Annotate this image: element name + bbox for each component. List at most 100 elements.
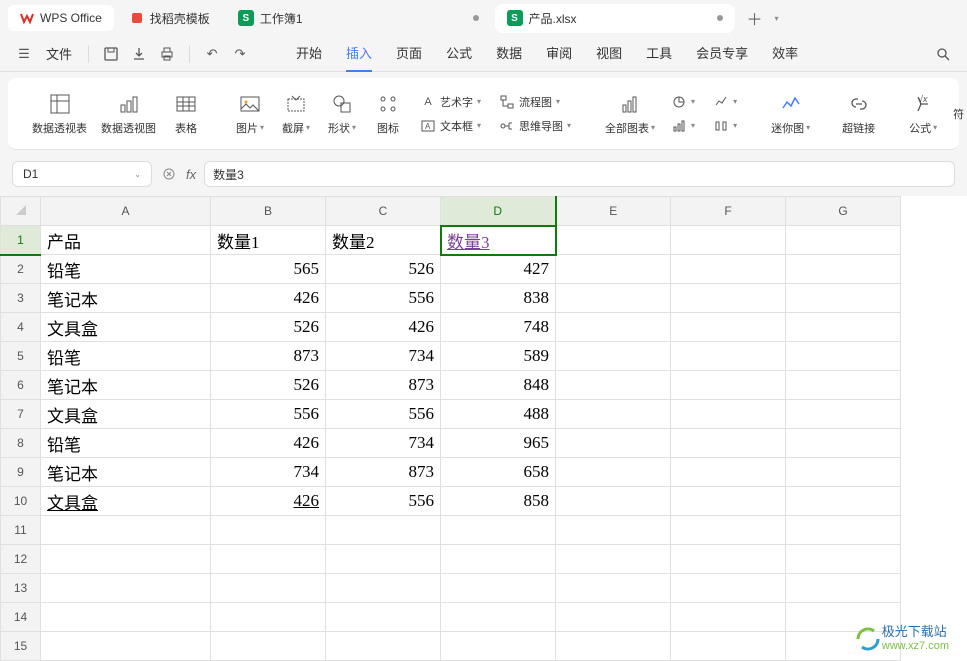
cell[interactable] bbox=[556, 487, 671, 516]
menu-tab-1[interactable]: 插入 bbox=[346, 35, 372, 72]
row-header[interactable]: 5 bbox=[1, 342, 41, 371]
cell[interactable]: 565 bbox=[211, 255, 326, 284]
cell[interactable] bbox=[556, 226, 671, 255]
cell[interactable] bbox=[671, 255, 786, 284]
cell[interactable]: 426 bbox=[211, 487, 326, 516]
cell[interactable] bbox=[786, 574, 901, 603]
cell[interactable]: 848 bbox=[441, 371, 556, 400]
column-header-D[interactable]: D bbox=[441, 197, 556, 226]
row-header[interactable]: 11 bbox=[1, 516, 41, 545]
cell[interactable] bbox=[556, 458, 671, 487]
cell[interactable] bbox=[786, 255, 901, 284]
redo-icon[interactable]: ↷ bbox=[228, 42, 252, 66]
row-header[interactable]: 14 bbox=[1, 603, 41, 632]
cell[interactable] bbox=[441, 516, 556, 545]
picture-button[interactable]: 图片▾ bbox=[228, 88, 272, 140]
flowchart-button[interactable]: 流程图▾ bbox=[495, 91, 575, 113]
cell[interactable] bbox=[41, 603, 211, 632]
cell[interactable]: 526 bbox=[326, 255, 441, 284]
cell[interactable]: 文具盒 bbox=[41, 313, 211, 342]
cell[interactable] bbox=[556, 284, 671, 313]
cell[interactable] bbox=[441, 632, 556, 661]
row-header[interactable]: 9 bbox=[1, 458, 41, 487]
cell[interactable] bbox=[41, 545, 211, 574]
symbol-button[interactable]: 符 bbox=[947, 102, 967, 126]
cell[interactable]: 数量3 bbox=[441, 226, 556, 255]
cell[interactable] bbox=[326, 545, 441, 574]
row-header[interactable]: 10 bbox=[1, 487, 41, 516]
row-header[interactable]: 15 bbox=[1, 632, 41, 661]
cell[interactable]: 526 bbox=[211, 371, 326, 400]
mindmap-button[interactable]: 思维导图▾ bbox=[495, 115, 575, 137]
cell[interactable] bbox=[786, 487, 901, 516]
cell[interactable]: 铅笔 bbox=[41, 255, 211, 284]
cell[interactable]: 556 bbox=[326, 400, 441, 429]
hyperlink-button[interactable]: 超链接 bbox=[836, 88, 881, 140]
cell[interactable]: 556 bbox=[326, 487, 441, 516]
cell[interactable] bbox=[671, 400, 786, 429]
column-header-G[interactable]: G bbox=[786, 197, 901, 226]
sparkline-button[interactable]: 迷你图▾ bbox=[765, 88, 816, 140]
template-tab[interactable]: 找稻壳模板 bbox=[118, 4, 222, 33]
cell[interactable]: 笔记本 bbox=[41, 284, 211, 313]
cell[interactable] bbox=[556, 632, 671, 661]
cell[interactable] bbox=[671, 284, 786, 313]
cell[interactable] bbox=[211, 516, 326, 545]
cell[interactable] bbox=[671, 545, 786, 574]
row-header[interactable]: 4 bbox=[1, 313, 41, 342]
cell[interactable] bbox=[441, 603, 556, 632]
cell[interactable] bbox=[211, 632, 326, 661]
cell[interactable] bbox=[556, 603, 671, 632]
formula-input[interactable]: 数量3 bbox=[204, 161, 955, 187]
cell[interactable] bbox=[671, 516, 786, 545]
cell[interactable] bbox=[441, 545, 556, 574]
cell[interactable] bbox=[671, 603, 786, 632]
cell[interactable] bbox=[41, 516, 211, 545]
cell[interactable] bbox=[326, 516, 441, 545]
cell[interactable]: 文具盒 bbox=[41, 487, 211, 516]
file-menu[interactable]: 文件 bbox=[46, 44, 72, 63]
cell[interactable] bbox=[786, 400, 901, 429]
menu-icon[interactable]: ☰ bbox=[12, 42, 36, 66]
cell[interactable] bbox=[556, 429, 671, 458]
cell[interactable]: 858 bbox=[441, 487, 556, 516]
shape-button[interactable]: 形状▾ bbox=[320, 88, 364, 140]
pivot-table-button[interactable]: 数据透视表 bbox=[26, 88, 93, 140]
column-header-C[interactable]: C bbox=[326, 197, 441, 226]
cell[interactable]: 426 bbox=[211, 284, 326, 313]
cell[interactable] bbox=[556, 371, 671, 400]
cell[interactable] bbox=[326, 574, 441, 603]
cell[interactable] bbox=[671, 574, 786, 603]
cell[interactable] bbox=[441, 574, 556, 603]
cell[interactable] bbox=[326, 632, 441, 661]
cell[interactable]: 产品 bbox=[41, 226, 211, 255]
cell[interactable] bbox=[671, 226, 786, 255]
cell[interactable] bbox=[786, 226, 901, 255]
cell[interactable]: 589 bbox=[441, 342, 556, 371]
screenshot-button[interactable]: 截屏▾ bbox=[274, 88, 318, 140]
search-icon[interactable] bbox=[931, 42, 955, 66]
cell[interactable]: 734 bbox=[211, 458, 326, 487]
cell[interactable]: 556 bbox=[326, 284, 441, 313]
cell[interactable]: 426 bbox=[326, 313, 441, 342]
cell[interactable] bbox=[786, 545, 901, 574]
cell[interactable]: 873 bbox=[326, 458, 441, 487]
cell[interactable] bbox=[786, 458, 901, 487]
cell[interactable]: 965 bbox=[441, 429, 556, 458]
cell[interactable]: 文具盒 bbox=[41, 400, 211, 429]
cell[interactable] bbox=[326, 603, 441, 632]
cell[interactable]: 873 bbox=[326, 371, 441, 400]
cell[interactable] bbox=[671, 458, 786, 487]
cell[interactable] bbox=[556, 516, 671, 545]
menu-tab-4[interactable]: 数据 bbox=[496, 35, 522, 72]
menu-tab-9[interactable]: 效率 bbox=[772, 35, 798, 72]
cell[interactable] bbox=[556, 545, 671, 574]
cell[interactable] bbox=[671, 342, 786, 371]
cell[interactable]: 笔记本 bbox=[41, 371, 211, 400]
icon-button[interactable]: 图标 bbox=[366, 88, 410, 140]
cell[interactable]: 556 bbox=[211, 400, 326, 429]
menu-tab-3[interactable]: 公式 bbox=[446, 35, 472, 72]
cell[interactable]: 数量1 bbox=[211, 226, 326, 255]
chart-line-button[interactable]: ▾ bbox=[709, 91, 741, 113]
table-button[interactable]: 表格 bbox=[164, 88, 208, 140]
